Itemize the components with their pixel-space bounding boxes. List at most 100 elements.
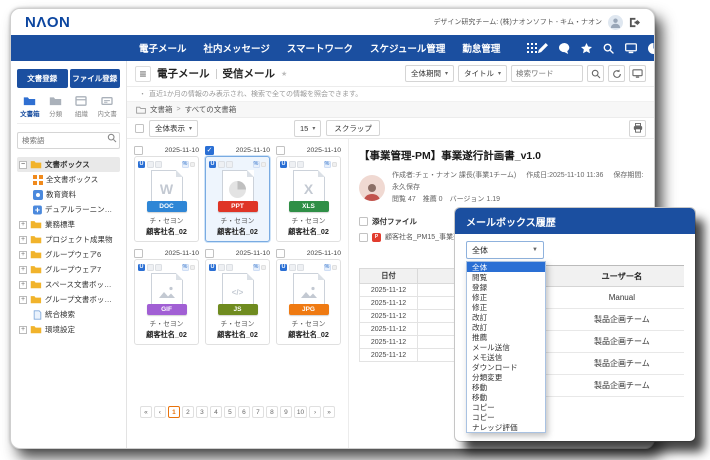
nav-item-smartwork[interactable]: スマートワーク: [287, 41, 353, 55]
column-header-username[interactable]: ユーザー名: [560, 266, 684, 287]
prev-page-button[interactable]: ‹: [154, 406, 166, 418]
sidebar-tab-docbox[interactable]: 文書箱: [17, 96, 43, 118]
option-move2[interactable]: 移動: [467, 392, 545, 402]
file-card-js[interactable]: U % </> JS チ・セヨン 顧客社名_02: [205, 259, 270, 345]
star-icon[interactable]: [581, 43, 592, 54]
monitor-icon[interactable]: [625, 43, 637, 54]
next-page-button[interactable]: ›: [309, 406, 321, 418]
option-send-mail[interactable]: メール送信: [467, 342, 545, 352]
file-checkbox[interactable]: [276, 249, 285, 258]
option-recommend[interactable]: 推薦: [467, 332, 545, 342]
sidebar-tab-category[interactable]: 分類: [43, 96, 69, 118]
file-checkbox[interactable]: [134, 249, 143, 258]
sidebar-item-all-docbox[interactable]: 全文書ボックス: [17, 172, 120, 187]
option-register[interactable]: 登録: [467, 282, 545, 292]
page-button-9[interactable]: 9: [280, 406, 292, 418]
sidebar-item-group-docbox[interactable]: + グループ文書ボックス: [17, 292, 120, 307]
expand-icon[interactable]: +: [19, 236, 27, 244]
attachment-checkbox[interactable]: [359, 233, 368, 242]
option-view[interactable]: 閲覧: [467, 272, 545, 282]
search-icon[interactable]: [603, 43, 614, 54]
last-page-button[interactable]: »: [323, 406, 335, 418]
file-checkbox[interactable]: [276, 146, 285, 155]
column-header-date[interactable]: 日付: [360, 269, 418, 284]
sidebar-item-settings[interactable]: + 環境設定: [17, 322, 120, 337]
select-all-checkbox[interactable]: [135, 124, 144, 133]
option-revise[interactable]: 改訂: [467, 312, 545, 322]
file-checkbox[interactable]: ✓: [205, 146, 214, 155]
expand-icon[interactable]: +: [19, 221, 27, 229]
file-card-gif[interactable]: U % GIF チ・セヨン: [134, 259, 199, 345]
first-page-button[interactable]: «: [140, 406, 152, 418]
sidebar-tab-organization[interactable]: 組織: [69, 96, 95, 118]
field-select[interactable]: タイトル ▾: [458, 65, 507, 82]
monitor-view-button[interactable]: [629, 65, 646, 82]
option-send-memo[interactable]: メモ送信: [467, 352, 545, 362]
expand-icon[interactable]: +: [19, 266, 27, 274]
file-checkbox[interactable]: [205, 249, 214, 258]
page-button-4[interactable]: 4: [210, 406, 222, 418]
compose-icon[interactable]: [537, 43, 548, 54]
nav-item-schedule[interactable]: スケジュール管理: [370, 41, 445, 55]
logout-icon[interactable]: [629, 17, 640, 28]
chat-icon[interactable]: [559, 43, 570, 54]
option-all[interactable]: 全体: [467, 262, 545, 272]
menu-icon[interactable]: ≡: [135, 66, 151, 82]
register-document-button[interactable]: 文書登録: [17, 69, 68, 88]
avatar[interactable]: [608, 15, 623, 30]
nav-item-mail[interactable]: 電子メール: [139, 41, 187, 55]
expand-icon[interactable]: +: [19, 296, 27, 304]
nav-item-attendance[interactable]: 勤怠管理: [462, 41, 500, 55]
refresh-button[interactable]: [608, 65, 625, 82]
sidebar-item-integrated-search[interactable]: 統合検索: [17, 307, 120, 322]
page-size-select[interactable]: 15 ▾: [294, 120, 321, 137]
page-button-10[interactable]: 10: [294, 406, 307, 418]
page-button-8[interactable]: 8: [266, 406, 278, 418]
option-knowledge-eval[interactable]: ナレッジ評価: [467, 422, 545, 432]
page-button-7[interactable]: 7: [252, 406, 264, 418]
register-file-button[interactable]: ファイル登録: [70, 69, 121, 88]
collapse-icon[interactable]: −: [19, 161, 27, 169]
view-all-select[interactable]: 全体表示 ▾: [149, 120, 198, 137]
apps-grid-icon[interactable]: [527, 41, 537, 55]
option-change-category[interactable]: 分類変更: [467, 372, 545, 382]
page-button-1[interactable]: 1: [168, 406, 180, 418]
page-button-6[interactable]: 6: [238, 406, 250, 418]
option-copy2[interactable]: コピー: [467, 412, 545, 422]
file-card-jpg[interactable]: U % JPG チ・セヨン: [276, 259, 341, 345]
print-button[interactable]: [629, 120, 646, 137]
sidebar-item-groupware7[interactable]: + グループウェア7: [17, 262, 120, 277]
option-download[interactable]: ダウンロード: [467, 362, 545, 372]
pie-chart-icon[interactable]: [648, 43, 655, 54]
page-button-3[interactable]: 3: [196, 406, 208, 418]
page-button-2[interactable]: 2: [182, 406, 194, 418]
expand-icon[interactable]: +: [19, 281, 27, 289]
file-card-xls[interactable]: U % X XLS チ・セヨン 顧客社名_02: [276, 156, 341, 242]
period-select[interactable]: 全体期間 ▾: [405, 65, 454, 82]
sidebar-tab-internal-doc[interactable]: 内文書: [94, 96, 120, 118]
sidebar-item-project-output[interactable]: + プロジェクト成果物: [17, 232, 120, 247]
sidebar-item-groupware6[interactable]: + グループウェア6: [17, 247, 120, 262]
option-edit2[interactable]: 修正: [467, 302, 545, 312]
file-card-ppt[interactable]: U % PPT チ・セヨン 顧客社名_02: [205, 156, 270, 242]
sidebar-item-space-docbox[interactable]: + スペース文書ボックス: [17, 277, 120, 292]
history-filter-select[interactable]: 全体 ▼: [466, 241, 544, 259]
file-checkbox[interactable]: [134, 146, 143, 155]
expand-icon[interactable]: +: [19, 251, 27, 259]
option-edit[interactable]: 修正: [467, 292, 545, 302]
sidebar-item-docbox-root[interactable]: − 文書ボックス: [17, 157, 120, 172]
nav-item-message[interactable]: 社内メッセージ: [204, 41, 270, 55]
search-button[interactable]: [587, 65, 604, 82]
expand-icon[interactable]: +: [19, 326, 27, 334]
sidebar-search-input[interactable]: [17, 132, 120, 149]
attachments-checkbox[interactable]: [359, 217, 368, 226]
search-icon[interactable]: [107, 133, 117, 143]
file-card-doc[interactable]: U % W DOC チ・セヨン 顧客社名_02: [134, 156, 199, 242]
favorite-icon[interactable]: ★: [281, 70, 287, 78]
sidebar-item-education[interactable]: 教育資料: [17, 187, 120, 202]
page-button-5[interactable]: 5: [224, 406, 236, 418]
modal-header[interactable]: メールボックス履歴: [455, 208, 695, 234]
scrap-button[interactable]: スクラップ: [326, 120, 380, 136]
sidebar-item-dual-learning[interactable]: デュアルラーニング制度: [17, 202, 120, 217]
option-copy[interactable]: コピー: [467, 402, 545, 412]
